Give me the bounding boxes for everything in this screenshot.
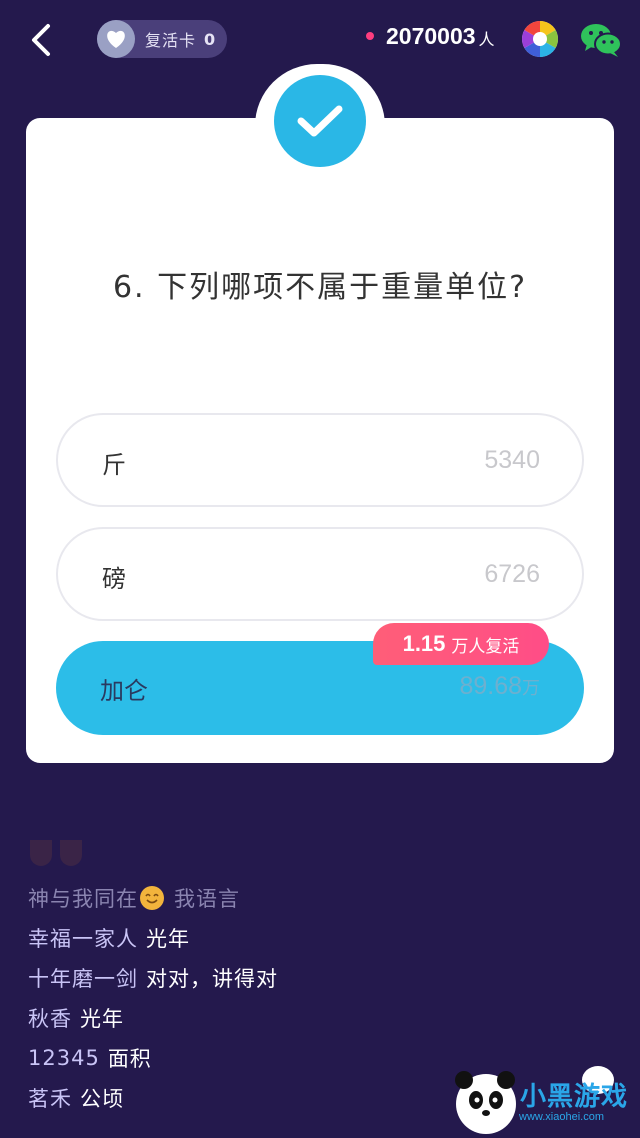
comment-row: 茗禾 公顷 bbox=[28, 1078, 278, 1118]
revive-count-number: 1.15 bbox=[402, 631, 446, 656]
comment-user: 秋香 bbox=[28, 1007, 72, 1031]
comment-text: 我语言 bbox=[174, 887, 240, 911]
smile-emoji-icon bbox=[140, 886, 164, 910]
option-vote-count: 5340 bbox=[484, 446, 540, 474]
comment-row: 幸福一家人 光年 bbox=[28, 918, 278, 958]
comment-feed: 神与我同在 我语言 幸福一家人 光年 十年磨一剑 对对，讲得对 秋香 光年 12… bbox=[28, 878, 278, 1118]
revive-count-suffix: 万人复活 bbox=[451, 636, 520, 657]
online-unit: 人 bbox=[478, 30, 495, 49]
option-label: 磅 bbox=[102, 565, 126, 593]
comment-row: 神与我同在 我语言 bbox=[28, 878, 278, 918]
online-counter: 2070003 人 bbox=[366, 22, 495, 50]
comment-text: 光年 bbox=[146, 927, 190, 951]
watermark-text: 小黑游戏 bbox=[520, 1082, 629, 1112]
wechat-icon[interactable] bbox=[580, 22, 622, 58]
comment-row: 十年磨一剑 对对，讲得对 bbox=[28, 958, 278, 998]
live-dot-icon bbox=[366, 32, 374, 40]
revive-card-badge[interactable]: 复活卡 0 bbox=[97, 20, 227, 58]
option-a[interactable]: 斤 5340 bbox=[56, 413, 584, 507]
revive-card-count: 0 bbox=[204, 29, 216, 49]
avatar bbox=[30, 840, 52, 866]
back-arrow-icon[interactable] bbox=[28, 22, 58, 58]
avatar bbox=[60, 840, 82, 866]
comment-user: 幸福一家人 bbox=[28, 927, 138, 951]
comment-user: 神与我同在 bbox=[28, 887, 138, 911]
comment-text: 对对，讲得对 bbox=[146, 967, 278, 991]
revive-count-tag: 1.15 万人复活 bbox=[373, 623, 549, 665]
revive-card-label: 复活卡 bbox=[145, 31, 197, 50]
comment-text: 公顷 bbox=[80, 1087, 124, 1111]
comment-text: 光年 bbox=[80, 1007, 124, 1031]
option-b[interactable]: 磅 6726 bbox=[56, 527, 584, 621]
camera-aperture-icon[interactable] bbox=[521, 20, 559, 58]
comment-user: 十年磨一剑 bbox=[28, 967, 138, 991]
comment-user: 茗禾 bbox=[28, 1087, 72, 1111]
correct-check-icon bbox=[274, 75, 366, 167]
heart-icon bbox=[97, 20, 135, 58]
question-text: 6. 下列哪项不属于重量单位? bbox=[112, 270, 528, 305]
option-label: 加仑 bbox=[100, 677, 148, 705]
option-label: 斤 bbox=[102, 451, 126, 479]
comment-user: 12345 bbox=[28, 1046, 100, 1070]
comment-text: 面积 bbox=[107, 1047, 152, 1071]
option-vote-count: 6726 bbox=[484, 560, 540, 588]
online-count: 2070003 bbox=[386, 22, 476, 49]
comment-row: 12345 面积 bbox=[28, 1038, 278, 1078]
watermark-url: www.xiaohei.com bbox=[519, 1111, 604, 1123]
comment-row: 秋香 光年 bbox=[28, 998, 278, 1038]
option-vote-count: 89.68万 bbox=[459, 672, 540, 700]
